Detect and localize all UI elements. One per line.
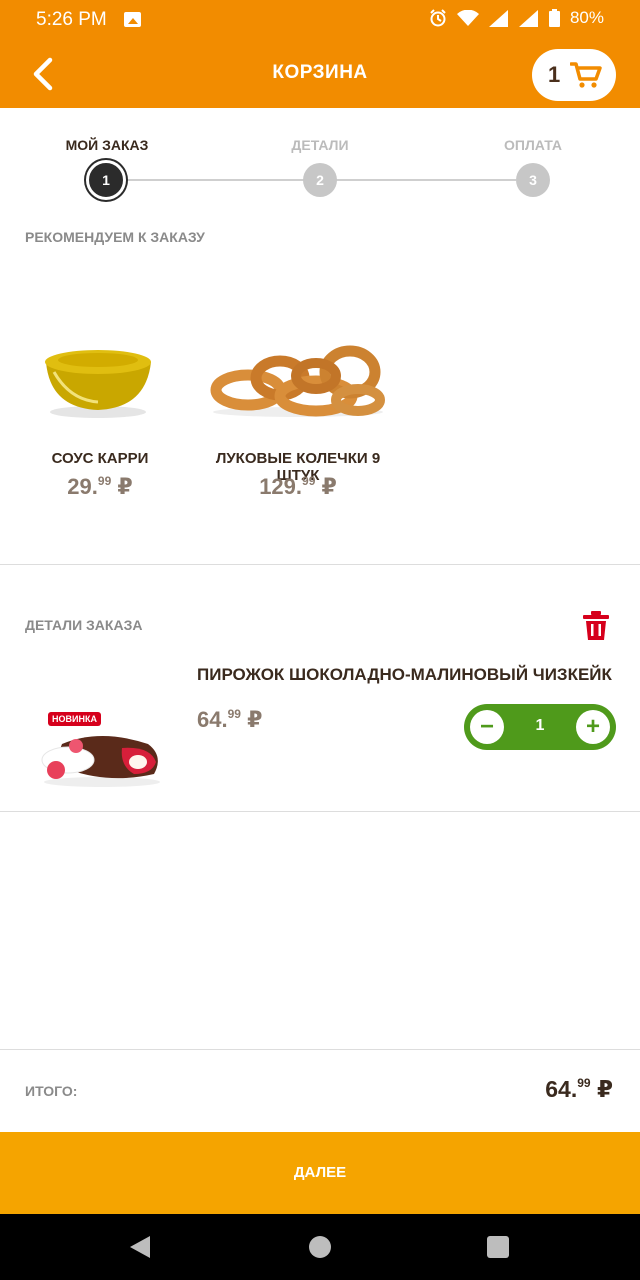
battery-icon: [548, 9, 560, 27]
step-circle-3[interactable]: 3: [516, 163, 550, 197]
section-divider: [0, 564, 640, 565]
cart-button[interactable]: 1: [532, 49, 616, 101]
cart-count: 1: [548, 62, 561, 87]
recommendations-title: РЕКОМЕНДУЕМ К ЗАКАЗУ: [25, 229, 205, 245]
total-price: 64.99 ₽: [545, 1076, 613, 1102]
nav-recents-icon[interactable]: [487, 1236, 509, 1258]
nav-home-icon[interactable]: [309, 1236, 331, 1258]
order-item-image: НОВИНКА: [30, 700, 170, 800]
next-button[interactable]: ДАЛЕЕ: [0, 1132, 640, 1214]
shopping-cart-icon: [570, 62, 602, 88]
trash-icon[interactable]: [580, 610, 612, 642]
signal-icon: [488, 9, 508, 27]
recommended-item[interactable]: СОУС КАРРИ 29.99 ₽: [0, 300, 200, 510]
battery-percent: 80%: [569, 8, 604, 27]
quantity-value: 1: [535, 717, 545, 734]
total-label: ИТОГО:: [25, 1083, 78, 1099]
status-time: 5:26 PM: [36, 9, 107, 30]
order-details-title: ДЕТАЛИ ЗАКАЗА: [25, 617, 143, 633]
system-nav-bar: [0, 1214, 640, 1280]
recommended-item-price: 129.99 ₽: [259, 474, 337, 499]
section-divider: [0, 811, 640, 812]
decrease-quantity-button[interactable]: −: [470, 710, 504, 744]
alarm-icon: [430, 9, 446, 27]
step-label-my-order: МОЙ ЗАКАЗ: [65, 137, 149, 153]
curry-sauce-image: [45, 350, 151, 418]
step-connector: [126, 179, 304, 181]
new-badge: НОВИНКА: [48, 712, 101, 726]
onion-rings-image: [210, 345, 385, 417]
order-item-price: 64.99 ₽: [197, 707, 263, 732]
step-circle-2[interactable]: 2: [303, 163, 337, 197]
recommended-item-price: 29.99 ₽: [67, 474, 133, 499]
checkout-stepper: МОЙ ЗАКАЗ 1 ДЕТАЛИ 2 ОПЛАТА 3: [0, 108, 640, 208]
step-circle-1[interactable]: 1: [86, 160, 126, 200]
wifi-icon: [456, 9, 479, 26]
step-label-details: ДЕТАЛИ: [291, 137, 349, 153]
section-divider: [0, 1049, 640, 1050]
signal-icon-2: [518, 9, 538, 27]
step-label-payment: ОПЛАТА: [504, 137, 562, 153]
increase-quantity-button[interactable]: +: [576, 710, 610, 744]
status-icons: 80%: [429, 8, 604, 28]
recommended-item-name: СОУС КАРРИ: [51, 450, 149, 467]
recommended-item[interactable]: ЛУКОВЫЕ КОЛЕЧКИ 9 ШТУК 129.99 ₽: [198, 300, 398, 510]
status-bar: 5:26 PM 80%: [0, 0, 640, 40]
nav-back-icon[interactable]: [130, 1236, 150, 1258]
quantity-stepper: − 1 +: [464, 704, 616, 750]
app-bar: КОРЗИНА 1: [0, 40, 640, 108]
order-item-name: ПИРОЖОК ШОКОЛАДНО-МАЛИНОВЫЙ ЧИЗКЕЙК: [197, 665, 612, 684]
image-icon: [124, 12, 141, 27]
step-connector: [336, 179, 516, 181]
